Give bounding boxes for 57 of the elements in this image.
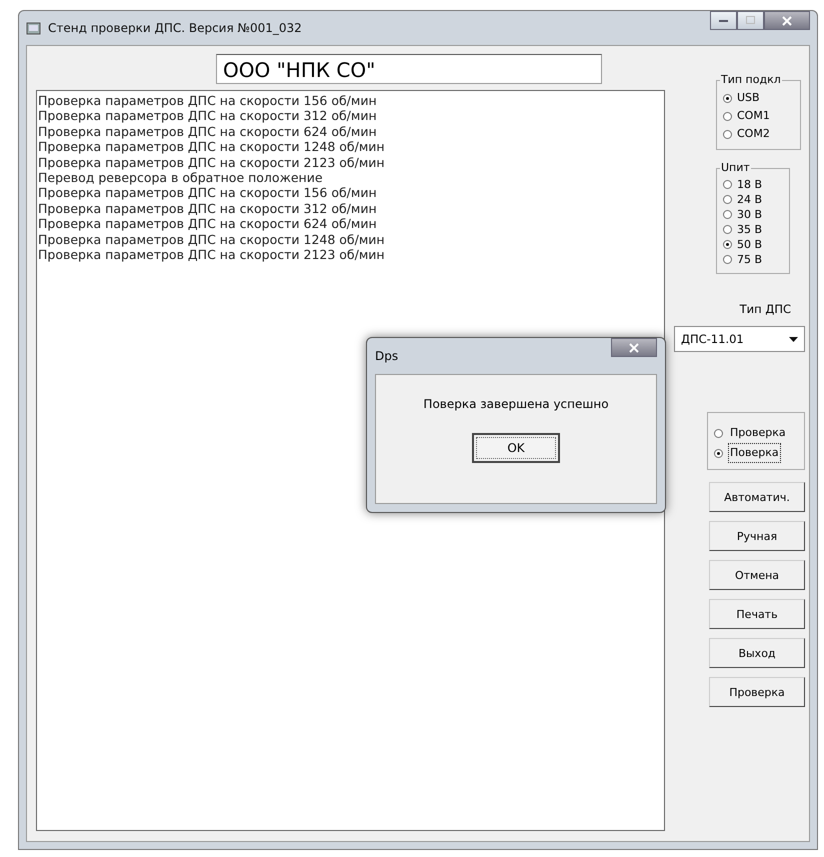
radio-option[interactable]: 50 В	[723, 237, 783, 252]
close-icon	[629, 342, 639, 352]
radio-option[interactable]: 30 В	[723, 207, 783, 222]
close-button[interactable]	[764, 11, 810, 30]
action-button[interactable]: Автоматич.	[709, 482, 805, 512]
group-title: Uпит	[720, 161, 751, 174]
window-title: Стенд проверки ДПС. Версия №001_032	[48, 21, 302, 35]
log-line: Проверка параметров ДПС на скорости 156 об/мин	[38, 185, 378, 201]
radio-icon[interactable]	[714, 428, 723, 438]
log-line: Проверка параметров ДПС на скорости 2123 об/мин	[38, 154, 386, 170]
action-button[interactable]: Ручная	[709, 521, 805, 551]
radio-option[interactable]: Проверка	[714, 423, 801, 443]
log-line: Проверка параметров ДПС на скорости 156 об/мин	[38, 93, 378, 108]
maximize-button[interactable]	[737, 11, 764, 30]
caret-icon	[789, 336, 798, 342]
log-line: Проверка параметров ДПС на скорости 312 об/мин	[38, 200, 378, 216]
radio-icon[interactable]	[723, 94, 732, 102]
radio-option[interactable]: COM1	[723, 107, 794, 125]
radio-option[interactable]: 18 В	[723, 177, 783, 192]
radio-icon[interactable]	[723, 210, 732, 219]
ok-button[interactable]: OK	[472, 433, 560, 463]
radio-icon[interactable]	[723, 225, 732, 234]
dialog-message: Поверка завершена успешно	[423, 397, 609, 411]
radio-icon[interactable]	[723, 240, 732, 249]
action-button[interactable]: Проверка	[709, 677, 805, 707]
log-line: Проверка параметров ДПС на скорости 1248 об/мин	[38, 139, 386, 155]
radio-icon[interactable]	[723, 180, 732, 189]
radio-option[interactable]: COM2	[723, 125, 794, 143]
close-icon	[782, 16, 792, 26]
radio-icon[interactable]	[723, 112, 732, 120]
log-line: Проверка параметров ДПС на скорости 1248 об/мин	[38, 232, 386, 248]
radio-option[interactable]: 35 В	[723, 222, 783, 237]
action-button[interactable]: Отмена	[709, 560, 805, 590]
radio-icon[interactable]	[714, 448, 723, 458]
action-button[interactable]: Выход	[709, 638, 805, 668]
radio-icon[interactable]	[723, 255, 732, 264]
log-line: Проверка параметров ДПС на скорости 624 об/мин	[38, 216, 378, 232]
minimize-icon	[718, 18, 728, 22]
close-button[interactable]	[611, 338, 657, 357]
radio-option[interactable]: USB	[723, 89, 794, 107]
log-line: Проверка параметров ДПС на скорости 624 об/мин	[38, 124, 378, 140]
company-field[interactable]: ООО "НПК СО"	[216, 54, 602, 84]
radio-icon[interactable]	[723, 130, 732, 138]
maximize-icon	[746, 16, 756, 25]
radio-option[interactable]: 24 В	[723, 192, 783, 207]
minimize-button[interactable]	[710, 11, 737, 30]
app-icon	[26, 20, 42, 36]
dialog-title: Dps	[375, 349, 398, 363]
sensor-type-dropdown[interactable]: ДПС-11.01	[674, 326, 805, 352]
action-button[interactable]: Печать	[709, 599, 805, 629]
radio-icon[interactable]	[723, 195, 732, 204]
group-title: Тип подкл	[720, 73, 782, 86]
radio-option[interactable]: 75 В	[723, 252, 783, 267]
log-line: Проверка параметров ДПС на скорости 312 об/мин	[38, 108, 378, 124]
sensor-type-label: Тип ДПС	[740, 302, 791, 316]
log-line: Проверка параметров ДПС на скорости 2123 об/мин	[38, 247, 386, 262]
log-line: Перевод реверсора в обратное положение	[38, 170, 324, 186]
